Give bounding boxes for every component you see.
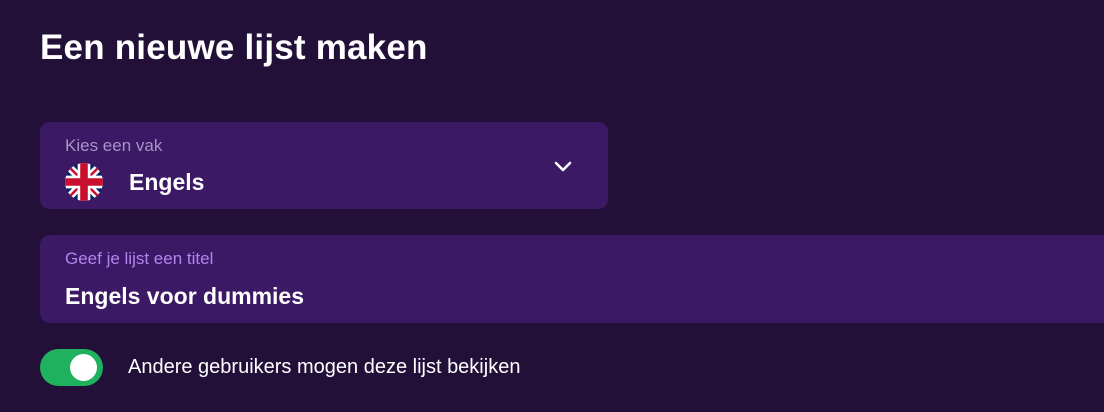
- page-title: Een nieuwe lijst maken: [40, 28, 428, 67]
- toggle-knob: [70, 354, 97, 381]
- subject-select[interactable]: Kies een vak Engels: [40, 122, 608, 209]
- visibility-toggle[interactable]: [40, 349, 103, 386]
- subject-select-label: Kies een vak: [65, 136, 163, 155]
- subject-select-value: Engels: [129, 169, 205, 195]
- chevron-down-icon[interactable]: [552, 156, 574, 176]
- list-title-input[interactable]: [65, 281, 1065, 311]
- list-title-field[interactable]: Geef je lijst een titel: [40, 235, 1104, 323]
- list-title-label: Geef je lijst een titel: [65, 249, 214, 268]
- uk-flag-icon: [65, 163, 103, 201]
- visibility-toggle-row: Andere gebruikers mogen deze lijst bekij…: [40, 347, 740, 387]
- visibility-toggle-label: Andere gebruikers mogen deze lijst bekij…: [128, 356, 521, 378]
